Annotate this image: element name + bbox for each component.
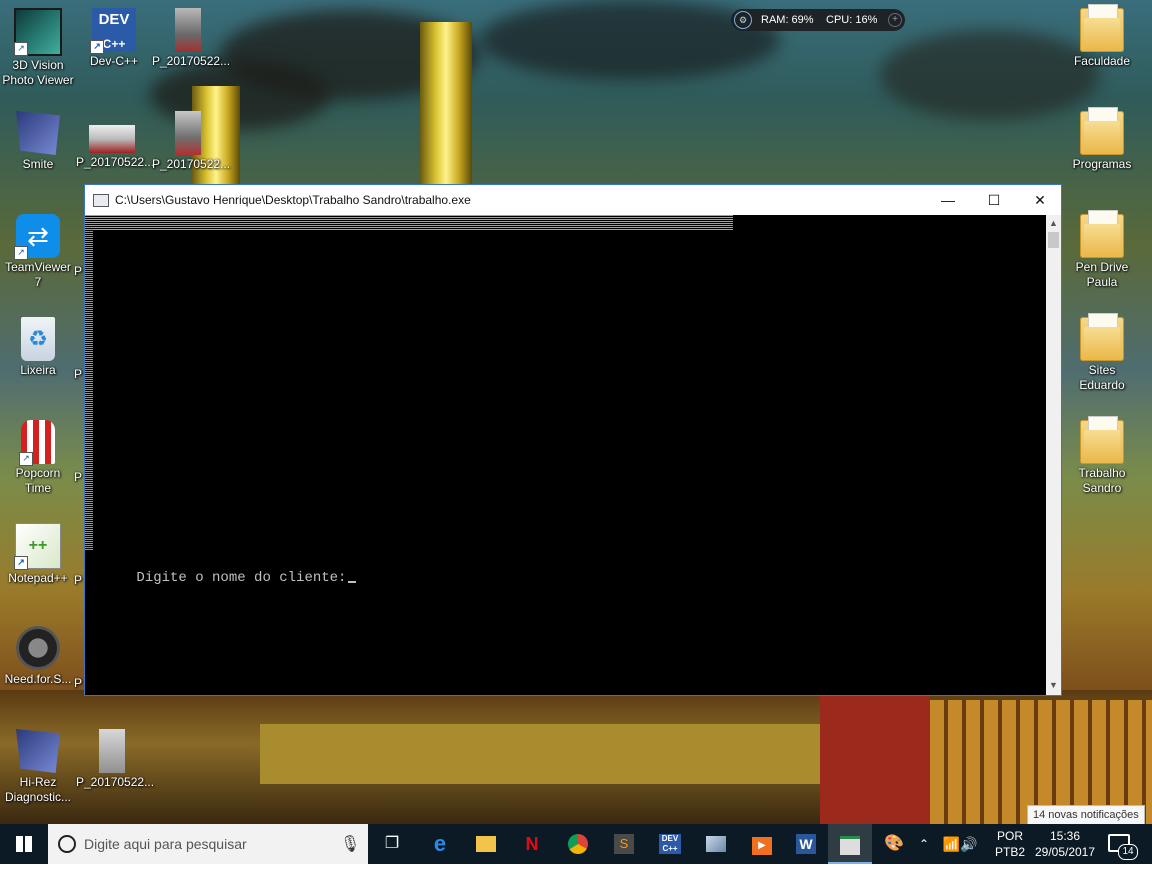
notification-count-badge: 14: [1118, 844, 1138, 860]
photo-icon: [99, 729, 125, 773]
text-cursor: [348, 581, 357, 583]
keyboard-layout: PTB2: [994, 845, 1025, 859]
console-icon[interactable]: [828, 824, 872, 864]
photo-icon: [175, 111, 201, 155]
ram-usage: RAM: 69%: [761, 14, 814, 26]
folder-icon: [1080, 210, 1124, 258]
scroll-up-icon[interactable]: ▲: [1046, 215, 1061, 231]
windows-start-icon[interactable]: [2, 824, 46, 864]
word-icon[interactable]: W: [784, 824, 828, 864]
3d-vision-icon: ↗: [14, 8, 62, 56]
performance-widget[interactable]: ⚙ RAM: 69% CPU: 16% +: [731, 9, 905, 31]
performance-icon: ⚙: [734, 11, 752, 29]
clipped-icon-label: P: [74, 470, 83, 484]
clock-time: 15:36: [1049, 829, 1081, 843]
hirez-icon: [16, 111, 60, 155]
devcpp-icon: DEV C++ ↗: [90, 8, 136, 54]
cpu-usage: CPU: 16%: [826, 14, 878, 26]
clipped-icon-label: P: [74, 676, 83, 690]
maximize-button[interactable]: ☐: [971, 185, 1017, 215]
desktop-icon-popcorn-time[interactable]: ↗ Popcorn Time: [2, 414, 74, 496]
language-indicator[interactable]: POR PTB2: [992, 828, 1028, 860]
clipped-icon-label: P: [74, 367, 83, 381]
roof: [260, 724, 820, 784]
desktop-icon-smite[interactable]: Smite: [2, 105, 74, 172]
folder-icon: [1080, 416, 1124, 464]
network-volume-icons[interactable]: 📶🔊: [940, 824, 980, 864]
folder-icon: [1080, 313, 1124, 361]
media-player-icon[interactable]: ▶: [740, 824, 784, 864]
netflix-icon[interactable]: N: [510, 824, 554, 864]
console-window[interactable]: C:\Users\Gustavo Henrique\Desktop\Trabal…: [84, 184, 1062, 696]
edge-icon[interactable]: e: [418, 824, 462, 864]
language-code: POR: [996, 829, 1023, 843]
hirez-icon: [16, 729, 60, 773]
desktop-icon-need-for-speed[interactable]: Need.for.S...: [2, 620, 74, 687]
sublime-icon[interactable]: S: [602, 824, 646, 864]
folder-icon: [1080, 107, 1124, 155]
desktop-icon-trabalho-sandro[interactable]: Trabalho Sandro: [1066, 414, 1138, 496]
paint-icon[interactable]: 🎨: [872, 824, 916, 864]
desktop-icon-devcpp[interactable]: DEV C++ ↗ Dev-C++: [78, 2, 150, 69]
photo-icon: [175, 8, 201, 52]
desktop-icon-photo[interactable]: P_20170522...: [76, 105, 154, 170]
chrome-icon[interactable]: [556, 824, 600, 864]
output-lines: [85, 215, 733, 231]
prompt-text: Digite o nome do cliente:: [136, 570, 347, 586]
desktop-icon-notepadpp[interactable]: ++ ↗ Notepad++: [2, 517, 74, 586]
desktop-icon-photo[interactable]: P_20170522...: [152, 105, 230, 172]
desktop-icon-programas[interactable]: Programas: [1066, 105, 1138, 172]
recycle-bin-icon: ♻: [21, 317, 55, 361]
file-explorer-icon[interactable]: [464, 824, 508, 864]
chimney: [420, 22, 472, 192]
desktop-icon-photo[interactable]: P_20170522...: [152, 2, 230, 69]
scroll-thumb[interactable]: [1048, 232, 1059, 248]
expand-icon[interactable]: +: [888, 13, 902, 27]
output-lines: [85, 231, 93, 551]
search-placeholder: Digite aqui para pesquisar: [84, 836, 247, 852]
desktop-icon-teamviewer[interactable]: ⇄ ↗ TeamViewer 7: [2, 208, 74, 290]
search-box[interactable]: Digite aqui para pesquisar 🎙: [48, 824, 368, 864]
scroll-down-icon[interactable]: ▼: [1046, 677, 1061, 693]
red-building: [820, 690, 930, 824]
photos-icon[interactable]: [694, 824, 738, 864]
popcorn-icon: ↗: [19, 420, 55, 466]
notification-toast[interactable]: 14 novas notificações: [1027, 805, 1145, 825]
clipped-icon-label: P: [74, 264, 83, 278]
desktop-icon-3d-vision[interactable]: ↗ 3D Vision Photo Viewer: [2, 2, 74, 88]
title-bar[interactable]: C:\Users\Gustavo Henrique\Desktop\Trabal…: [85, 185, 1061, 215]
show-hidden-icons[interactable]: ⌃: [912, 824, 936, 864]
desktop-icon-faculdade[interactable]: Faculdade: [1066, 2, 1138, 69]
desktop-icon-sites-eduardo[interactable]: Sites Eduardo: [1066, 311, 1138, 393]
desktop-icon-hirez-diagnostic[interactable]: Hi-Rez Diagnostic...: [2, 723, 74, 805]
console-output[interactable]: Digite o nome do cliente:: [85, 215, 1046, 695]
notepadpp-icon: ++ ↗: [14, 523, 61, 570]
vertical-scrollbar[interactable]: ▲ ▼: [1046, 215, 1061, 695]
window-title: C:\Users\Gustavo Henrique\Desktop\Trabal…: [115, 193, 471, 207]
taskbar: Digite aqui para pesquisar 🎙 ❐ e N S DEV…: [0, 824, 1152, 864]
devcpp-icon[interactable]: DEV C++: [648, 824, 692, 864]
teamviewer-icon: ⇄ ↗: [14, 214, 60, 260]
clipped-icon-label: P: [74, 573, 83, 587]
clock[interactable]: 15:36 29/05/2017: [1030, 828, 1100, 860]
cortana-icon: [58, 835, 76, 853]
task-view-icon[interactable]: ❐: [370, 824, 414, 864]
microphone-icon[interactable]: 🎙: [340, 834, 360, 854]
folder-icon: [1080, 4, 1124, 52]
minimize-button[interactable]: —: [925, 185, 971, 215]
nfs-icon: [16, 626, 60, 670]
photo-icon: [89, 125, 135, 153]
close-button[interactable]: ✕: [1017, 185, 1063, 215]
desktop-icon-pen-drive-paula[interactable]: Pen Drive Paula: [1066, 208, 1138, 290]
console-app-icon: [93, 194, 109, 207]
desktop-icon-recycle-bin[interactable]: ♻ Lixeira: [2, 311, 74, 378]
clock-date: 29/05/2017: [1034, 845, 1096, 859]
desktop-icon-photo[interactable]: P_20170522...: [76, 723, 154, 790]
prompt-line: Digite o nome do cliente:: [86, 551, 357, 605]
